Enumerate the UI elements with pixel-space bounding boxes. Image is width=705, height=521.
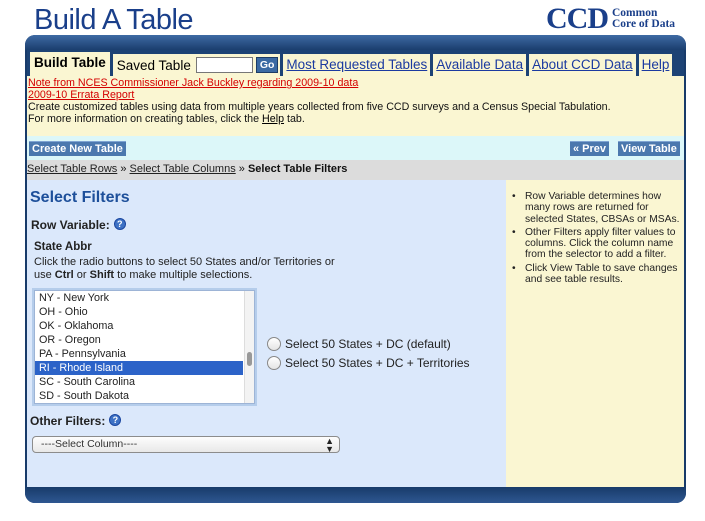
row-variable-label: Row Variable:? [31, 218, 126, 232]
tips-sidebar: Row Variable determines how many rows ar… [506, 180, 684, 487]
radio-button[interactable] [267, 356, 281, 370]
row-variable-text: Row Variable: [31, 218, 110, 232]
tab-build-table[interactable]: Build Table [30, 52, 110, 76]
list-item[interactable]: SC - South Carolina [35, 375, 243, 389]
list-item[interactable]: OR - Oregon [35, 333, 243, 347]
breadcrumb-select-rows[interactable]: Select Table Rows [27, 163, 117, 175]
breadcrumb-sep: » [117, 163, 130, 175]
bottom-band [25, 487, 686, 503]
instr-ctrl: Ctrl [54, 269, 74, 281]
instructions-line2: use Ctrl or Shift to make multiple selec… [34, 269, 384, 282]
saved-table-input[interactable] [195, 57, 253, 73]
list-item[interactable]: PA - Pennsylvania [35, 347, 243, 361]
list-item[interactable]: NY - New York [35, 291, 243, 305]
tab-saved-table[interactable]: Saved Table Go [112, 54, 281, 76]
notice-area: Note from NCES Commissioner Jack Buckley… [27, 76, 684, 136]
radio-label: Select 50 States + DC (default) [285, 337, 451, 351]
help-text: For more information on creating tables,… [28, 113, 684, 125]
main-nav: Build Table Saved Table Go Most Requeste… [27, 50, 684, 76]
instructions: Click the radio buttons to select 50 Sta… [34, 256, 384, 282]
other-filters-label: Other Filters:? [30, 414, 122, 428]
select-column-value: ----Select Column---- [41, 438, 138, 450]
instr-use: use [34, 269, 55, 281]
tab-available-data[interactable]: Available Data [433, 54, 527, 76]
instr-or: or [73, 269, 90, 281]
logo-small-text: Common Core of Data [612, 7, 676, 30]
filters-panel: Select Filters Row Variable:? State Abbr… [27, 180, 506, 487]
create-new-table-button[interactable]: Create New Table [29, 141, 126, 156]
state-abbr-label: State Abbr [34, 241, 92, 253]
select-column-dropdown[interactable]: ----Select Column---- ▲ ▼ [32, 436, 340, 454]
commissioner-note-link[interactable]: Note from NCES Commissioner Jack Buckley… [28, 77, 684, 89]
list-item[interactable]: SD - South Dakota [35, 389, 243, 403]
view-table-button[interactable]: View Table [618, 141, 680, 156]
help-text-post: tab. [284, 113, 305, 125]
tab-about-ccd[interactable]: About CCD Data [529, 54, 636, 76]
saved-table-label: Saved Table [116, 57, 191, 73]
help-icon[interactable]: ? [109, 414, 122, 426]
radio-label: Select 50 States + DC + Territories [285, 356, 470, 370]
instr-shift: Shift [89, 269, 115, 281]
top-band [25, 35, 686, 51]
logo-big-text: CCD [546, 2, 609, 35]
radio-50-states-dc-territories[interactable]: Select 50 States + DC + Territories [267, 356, 470, 370]
instructions-line1: Click the radio buttons to select 50 Sta… [34, 256, 335, 268]
list-item-selected[interactable]: RI - Rhode Island [35, 361, 243, 375]
radio-button[interactable] [267, 337, 281, 351]
list-item[interactable]: OK - Oklahoma [35, 319, 243, 333]
scrollbar-thumb[interactable] [247, 352, 252, 366]
radio-50-states-dc[interactable]: Select 50 States + DC (default) [267, 337, 451, 351]
breadcrumb-select-columns[interactable]: Select Table Columns [130, 163, 236, 175]
ccd-logo: CCD Common Core of Data [546, 2, 675, 36]
help-icon[interactable]: ? [113, 218, 126, 230]
go-button[interactable]: Go [255, 57, 279, 73]
breadcrumb: Select Table Rows » Select Table Columns… [27, 160, 684, 180]
updown-arrows-icon: ▲ ▼ [325, 436, 334, 454]
logo-line2: Core of Data [612, 18, 676, 30]
filters-heading: Select Filters [30, 189, 130, 206]
errata-report-link[interactable]: 2009-10 Errata Report [28, 89, 684, 101]
tip-item: Other Filters apply filter values to col… [512, 227, 684, 261]
instr-end: to make multiple selections. [114, 269, 253, 281]
listbox-scrollbar[interactable] [244, 291, 254, 403]
list-item[interactable]: OH - Ohio [35, 305, 243, 319]
breadcrumb-sep: » [235, 163, 248, 175]
tip-item: Click View Table to save changes and see… [512, 263, 684, 286]
help-link[interactable]: Help [262, 113, 284, 125]
tab-help[interactable]: Help [638, 54, 673, 76]
state-listbox[interactable]: NY - New York OH - Ohio OK - Oklahoma OR… [34, 290, 255, 404]
other-filters-text: Other Filters: [30, 414, 106, 428]
intro-text: Create customized tables using data from… [28, 101, 611, 113]
prev-button[interactable]: « Prev [570, 141, 610, 156]
tip-item: Row Variable determines how many rows ar… [512, 191, 684, 225]
tab-most-requested[interactable]: Most Requested Tables [283, 54, 431, 76]
breadcrumb-current: Select Table Filters [247, 163, 348, 175]
help-text-pre: For more information on creating tables,… [28, 113, 263, 125]
page-title: Build A Table [34, 4, 194, 36]
action-bar: Create New Table « Prev View Table [27, 136, 684, 160]
